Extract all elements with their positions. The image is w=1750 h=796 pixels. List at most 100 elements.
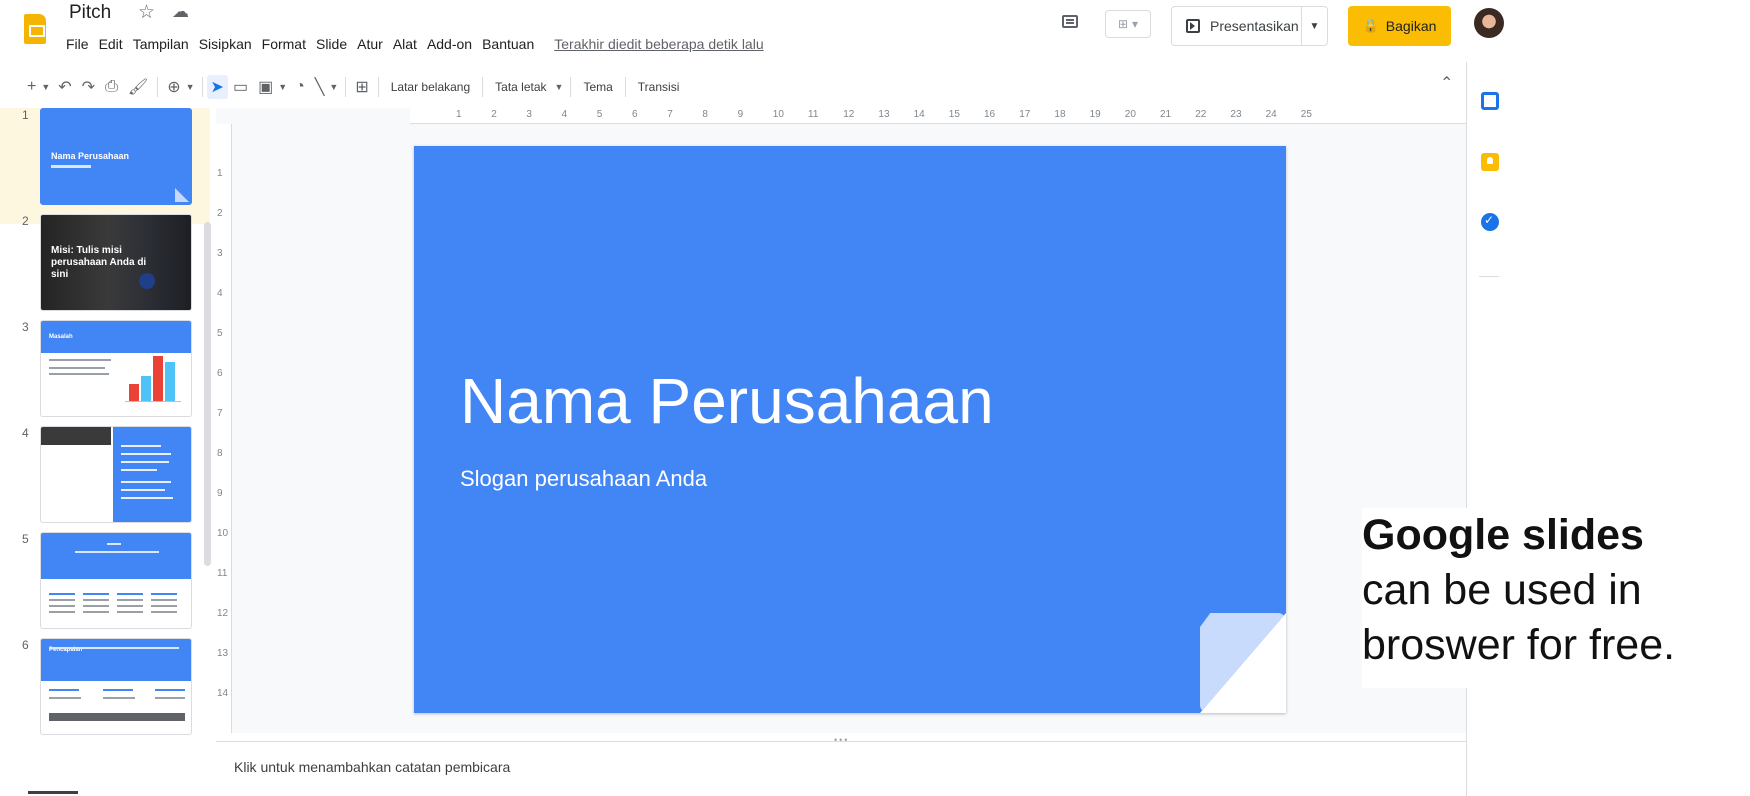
thumbnail-text-line: [121, 469, 157, 471]
ruler-tick-label: 13: [217, 648, 229, 659]
speaker-notes[interactable]: Klik untuk menambahkan catatan pembicara: [216, 741, 1466, 796]
thumbnail-text-line: [121, 497, 173, 499]
present-options-chevron-icon[interactable]: ▼: [1301, 7, 1327, 45]
ruler-tick-label: 21: [1160, 109, 1172, 120]
menu-arrange[interactable]: Atur: [352, 36, 388, 52]
image-dropdown-icon[interactable]: ▼: [278, 82, 290, 92]
toolbar-divider: [482, 77, 484, 97]
comment-history-icon[interactable]: [1058, 12, 1082, 34]
menu-file[interactable]: File: [61, 36, 94, 52]
present-button[interactable]: Presentasikan ▼: [1171, 6, 1328, 46]
filmstrip-row[interactable]: 2 Misi: Tulis misi perusahaan Anda di si…: [0, 214, 210, 322]
filmstrip-row[interactable]: 4: [0, 426, 210, 534]
line-dropdown-icon[interactable]: ▼: [329, 82, 341, 92]
collapse-menus-chevron-up-icon[interactable]: ⌃: [1440, 73, 1453, 93]
text-box-icon[interactable]: ▭: [228, 77, 253, 97]
ruler-tick-label: 17: [1019, 109, 1031, 120]
keep-icon[interactable]: [1481, 153, 1499, 171]
caption-line: can be used in: [1362, 566, 1642, 614]
select-cursor-icon[interactable]: ➤: [206, 75, 228, 99]
filmstrip-row[interactable]: 5: [0, 532, 210, 640]
transition-button[interactable]: Transisi: [630, 80, 688, 94]
slide-canvas-area: 1 2 3 4 5 6 7 8 9 10 11 12 13 14 15 16 17 18 19 20 21 22 23 24 2…: [216, 108, 1466, 733]
menu-tools[interactable]: Alat: [388, 36, 422, 52]
theme-button[interactable]: Tema: [575, 80, 620, 94]
filmstrip-row[interactable]: 6 Pencapaian: [0, 638, 210, 746]
new-slide-dropdown-icon[interactable]: ▼: [41, 82, 53, 92]
slide-subtitle[interactable]: Slogan perusahaan Anda: [460, 466, 707, 492]
comment-add-icon[interactable]: ⊞: [350, 77, 373, 97]
star-icon[interactable]: ☆: [138, 1, 155, 24]
slide-thumbnail-6[interactable]: Pencapaian: [40, 638, 192, 735]
filmstrip-scrollbar[interactable]: [204, 222, 211, 566]
ruler-tick-label: 7: [217, 408, 223, 419]
slide-thumbnail-2[interactable]: Misi: Tulis misi perusahaan Anda di sini: [40, 214, 192, 311]
document-title[interactable]: Pitch: [69, 2, 111, 24]
print-icon[interactable]: ⎙: [100, 78, 123, 96]
ruler-tick-label: 5: [596, 109, 603, 120]
background-button[interactable]: Latar belakang: [383, 80, 478, 94]
slide-thumbnail-4[interactable]: [40, 426, 192, 523]
slide-title[interactable]: Nama Perusahaan: [460, 364, 994, 438]
layout-button[interactable]: Tata letak: [487, 80, 554, 94]
menu-slide[interactable]: Slide: [311, 36, 352, 52]
menu-view[interactable]: Tampilan: [128, 36, 194, 52]
last-edit-link[interactable]: Terakhir diedit beberapa detik lalu: [549, 36, 768, 52]
account-avatar[interactable]: [1474, 8, 1504, 38]
ruler-tick-label: 8: [702, 109, 708, 120]
menu-help[interactable]: Bantuan: [477, 36, 539, 52]
slide-number: 3: [22, 320, 29, 334]
thumbnail-column: [49, 593, 75, 617]
ruler-tick-label: 6: [632, 109, 638, 120]
grid-view-tab[interactable]: [28, 791, 78, 794]
thumbnail-photo: [41, 427, 111, 445]
thumbnail-text-line: [121, 481, 171, 483]
thumbnail-photo-detail: [139, 273, 155, 289]
tasks-icon[interactable]: [1481, 213, 1499, 231]
paint-format-icon[interactable]: 🖌: [123, 77, 153, 97]
current-slide[interactable]: Nama Perusahaan Slogan perusahaan Anda: [414, 146, 1286, 713]
vertical-ruler[interactable]: 1 2 3 4 5 6 7 8 9 10 11 12 13 14: [216, 124, 232, 733]
ruler-tick-label: 22: [1195, 109, 1207, 120]
menu-edit[interactable]: Edit: [94, 36, 128, 52]
zoom-dropdown-icon[interactable]: ▼: [186, 82, 198, 92]
thumbnail-text-line: [49, 367, 105, 369]
speaker-notes-placeholder[interactable]: Klik untuk menambahkan catatan pembicara: [234, 759, 510, 775]
thumbnail-header-band: [41, 533, 191, 579]
thumbnail-quote-panel: [113, 427, 191, 522]
menu-format[interactable]: Format: [257, 36, 311, 52]
caption-overlay: Google slides can be used in broswer for…: [1362, 508, 1750, 688]
line-icon[interactable]: ╲: [310, 77, 330, 97]
filmstrip-row[interactable]: 1 Nama Perusahaan: [0, 108, 210, 224]
meet-icon: ⊞: [1117, 17, 1129, 31]
shape-icon[interactable]: ◔: [290, 78, 310, 96]
horizontal-ruler[interactable]: 1 2 3 4 5 6 7 8 9 10 11 12 13 14 15 16 17 18 19 20 21 22 23 24 2…: [410, 108, 1466, 124]
undo-icon[interactable]: ↶: [53, 77, 76, 97]
zoom-icon[interactable]: ⊕: [162, 77, 185, 97]
ruler-tick-label: 10: [217, 528, 229, 539]
ruler-tick-label: 14: [913, 109, 925, 120]
share-button[interactable]: 🔒 Bagikan: [1348, 6, 1451, 46]
filmstrip-row[interactable]: 3 Masalah: [0, 320, 210, 428]
ruler-tick-label: 10: [772, 109, 784, 120]
new-slide-plus-icon[interactable]: +: [22, 78, 41, 96]
ruler-tick-label: 20: [1124, 109, 1136, 120]
cloud-status-icon[interactable]: ☁: [172, 2, 189, 22]
layout-dropdown-icon[interactable]: ▼: [555, 82, 567, 92]
slide-thumbnail-5[interactable]: [40, 532, 192, 629]
meet-present-button[interactable]: ⊞ ▾: [1105, 10, 1151, 38]
slide-number: 6: [22, 638, 29, 652]
slide-number: 2: [22, 214, 29, 228]
slide-number: 1: [22, 108, 29, 122]
ruler-tick-label: 1: [456, 109, 462, 120]
menu-insert[interactable]: Sisipkan: [194, 36, 257, 52]
redo-icon[interactable]: ↷: [77, 77, 100, 97]
calendar-icon[interactable]: [1481, 92, 1499, 110]
image-icon[interactable]: ▣: [253, 77, 278, 97]
ruler-tick-label: 16: [984, 109, 996, 120]
slide-thumbnail-1[interactable]: Nama Perusahaan: [40, 108, 192, 205]
slide-thumbnail-3[interactable]: Masalah: [40, 320, 192, 417]
slides-logo-icon[interactable]: [24, 14, 46, 44]
thumbnail-text-line: [155, 689, 185, 691]
menu-addons[interactable]: Add-on: [422, 36, 477, 52]
